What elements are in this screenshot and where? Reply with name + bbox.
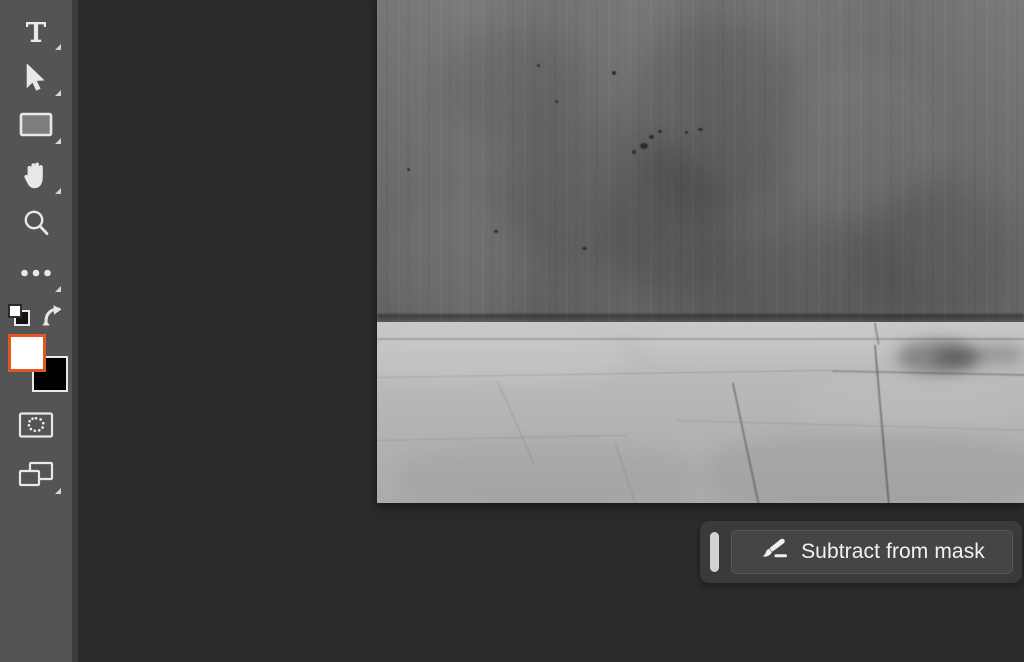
pavement-region bbox=[377, 322, 1024, 503]
screen-mode-button[interactable] bbox=[6, 452, 66, 498]
photo-editor-window: Subtract from mask bbox=[0, 0, 1024, 662]
hand-tool-icon bbox=[21, 159, 51, 191]
task-bar-drag-handle[interactable] bbox=[710, 532, 719, 572]
tool-flyout-indicator bbox=[55, 44, 61, 50]
arrow-cursor-icon bbox=[22, 62, 50, 92]
tool-more[interactable] bbox=[6, 250, 66, 296]
screen-mode-icon bbox=[17, 460, 55, 490]
subtract-from-mask-button[interactable]: Subtract from mask bbox=[731, 530, 1013, 574]
default-colors-button[interactable] bbox=[7, 303, 33, 329]
ellipsis-icon bbox=[20, 268, 52, 278]
type-tool-icon bbox=[21, 16, 51, 46]
photo-image[interactable] bbox=[377, 0, 1024, 503]
foreground-color-swatch[interactable] bbox=[8, 334, 46, 372]
contextual-task-bar[interactable]: Subtract from mask bbox=[700, 521, 1022, 583]
tool-zoom[interactable] bbox=[6, 200, 66, 246]
rectangle-tool-icon bbox=[19, 111, 53, 139]
magnifier-tool-icon bbox=[21, 208, 51, 238]
subtract-from-mask-label: Subtract from mask bbox=[801, 540, 985, 563]
tool-flyout-indicator bbox=[55, 488, 61, 494]
brush-icon bbox=[759, 537, 789, 568]
wall-region bbox=[377, 0, 1024, 330]
tool-flyout-indicator bbox=[55, 90, 61, 96]
color-swatches bbox=[8, 334, 68, 394]
tool-flyout-indicator bbox=[55, 286, 61, 292]
tool-hand[interactable] bbox=[6, 152, 66, 198]
tool-flyout-indicator bbox=[55, 138, 61, 144]
tool-select[interactable] bbox=[6, 54, 66, 100]
tools-panel bbox=[0, 0, 72, 662]
quick-mask-mode-button[interactable] bbox=[6, 402, 66, 448]
swap-colors-button[interactable] bbox=[40, 302, 68, 330]
tool-crop[interactable] bbox=[6, 102, 66, 148]
quick-mask-icon bbox=[18, 411, 54, 439]
tool-flyout-indicator bbox=[55, 188, 61, 194]
tool-type[interactable] bbox=[6, 8, 66, 54]
